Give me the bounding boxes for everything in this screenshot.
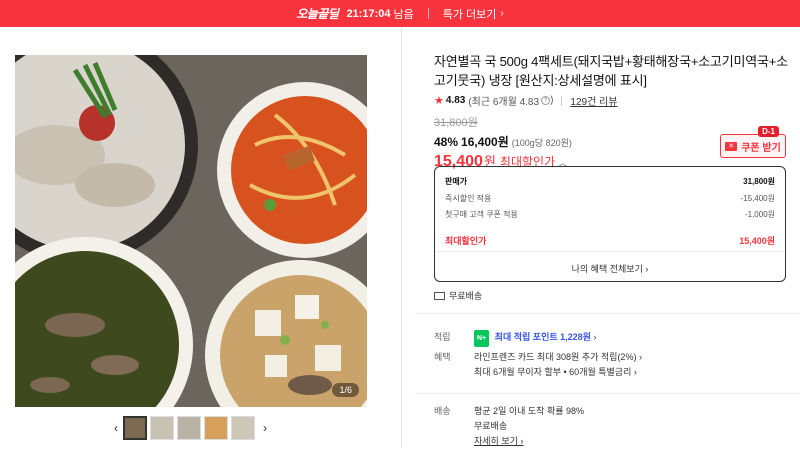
price-row: 즉시할인 적용 -15,400원 [445, 193, 775, 204]
chevron-right-icon: › [500, 8, 504, 19]
price-total-label: 최대할인가 [445, 236, 487, 246]
thumbnail[interactable] [123, 416, 147, 440]
deal-timer-suffix: 남음 [393, 8, 414, 21]
divider [415, 313, 800, 314]
product-title: 자연별곡 국 500g 4팩세트(돼지국밥+황태해장국+소고기미역국+소고기뭇국… [434, 54, 788, 88]
truck-icon [434, 291, 445, 300]
original-price: 31,800원 [434, 117, 478, 129]
benefit-item[interactable]: 최대 6개월 무이자 할부 • 60개월 특별금리 › [474, 365, 642, 380]
price-row: 첫구매 고객 쿠폰 적용 -1,000원 [445, 209, 775, 220]
my-benefits-link[interactable]: 나의 혜택 전체보기 › [435, 262, 785, 275]
deal-timer: 21:17:04 [346, 7, 391, 20]
next-image-button[interactable]: › [258, 421, 272, 435]
chevron-right-icon: › [645, 264, 649, 274]
divider [561, 95, 563, 106]
rating-row: ★ 4.83 (최근 6개월 4.83 ?) 129건 리뷰 [434, 93, 790, 108]
column-divider [401, 27, 402, 448]
my-benefits-label: 나의 혜택 전체보기 [571, 264, 643, 274]
benefit-text: 최대 6개월 무이자 할부 • 60개월 특별금리 [474, 367, 632, 377]
price-row-value: -1,000원 [744, 210, 775, 219]
product-image[interactable]: 1/6 [15, 55, 367, 407]
delivery-row: 배송 평균 2일 이내 도착 확률 98% 무료배송 자세히 보기 › [434, 404, 584, 449]
coupon-label: 쿠폰 받기 [741, 142, 781, 154]
thumbnail[interactable] [231, 416, 255, 440]
coupon-icon: ✕ [725, 141, 738, 151]
points-prefix: 최대 적립 포인트 [494, 332, 558, 342]
info-icon[interactable]: ? [541, 96, 551, 105]
benefits-label: 혜택 [434, 352, 451, 362]
delivery-fee: 무료배송 [474, 421, 508, 431]
discount-percent: 48% [434, 135, 459, 149]
price-breakdown: 판매가 31,800원 즉시할인 적용 -15,400원 첫구매 고객 쿠폰 적… [434, 166, 786, 282]
price-total-row: 최대할인가 15,400원 [445, 234, 775, 247]
more-deals-link[interactable]: 특가 더보기 › [443, 6, 504, 22]
price-total-value: 15,400원 [739, 236, 775, 246]
benefits-list: 라인프렌즈 카드 최대 308원 추가 적립(2%) › 최대 6개월 무이자 … [474, 350, 642, 380]
delivery-info: 평균 2일 이내 도착 확률 98% 무료배송 자세히 보기 › [474, 404, 584, 449]
image-counter: 1/6 [332, 383, 359, 397]
benefit-text: 라인프렌즈 카드 최대 308원 추가 적립(2%) [474, 352, 637, 362]
star-icon: ★ [434, 95, 444, 107]
deal-logo: 오늘끝딜 [296, 7, 339, 21]
unit-price: (100g당 820원) [511, 138, 572, 148]
prev-image-button[interactable]: ‹ [109, 421, 123, 435]
npay-icon: N+ [474, 330, 490, 347]
points-value[interactable]: N+ 최대 적립 포인트 1,228원 › [474, 330, 596, 347]
delivery-details-label: 자세히 보기 [474, 436, 518, 446]
delivery-label: 배송 [434, 406, 451, 416]
price-row-value: -15,400원 [740, 194, 776, 203]
shipping-summary: 무료배송 [434, 289, 482, 302]
sale-price: 16,400원 [461, 135, 509, 149]
thumbnail[interactable] [204, 416, 228, 440]
price-row-value: 31,800원 [743, 177, 775, 186]
price-row-label: 즉시할인 적용 [445, 194, 492, 203]
thumbnail-strip: ‹ › [109, 415, 272, 441]
price-row-label: 판매가 [445, 177, 468, 186]
thumbnail[interactable] [177, 416, 201, 440]
rating-score: 4.83 [445, 95, 466, 106]
deal-banner: 오늘끝딜 21:17:04 남음 특가 더보기 › [0, 0, 800, 27]
chevron-right-icon: › [593, 332, 597, 342]
rating-detail: (최근 6개월 4.83 [468, 97, 540, 108]
delivery-eta: 평균 2일 이내 도착 확률 98% [474, 406, 585, 416]
coupon-button[interactable]: D-1 ✕ 쿠폰 받기 [720, 126, 786, 158]
benefits-row: 혜택 라인프렌즈 카드 최대 308원 추가 적립(2%) › 최대 6개월 무… [434, 350, 642, 380]
divider [435, 251, 785, 252]
dday-badge: D-1 [758, 126, 779, 137]
points-label: 적립 [434, 332, 451, 342]
paren-close: ) [550, 95, 554, 106]
price-row: 판매가 31,800원 [445, 176, 775, 187]
divider [427, 8, 429, 19]
benefit-item[interactable]: 라인프렌즈 카드 최대 308원 추가 적립(2%) › [474, 350, 642, 365]
price-row-label: 첫구매 고객 쿠폰 적용 [445, 210, 518, 219]
points-amount: 1,228원 [560, 332, 591, 342]
delivery-details-link[interactable]: 자세히 보기 › [474, 434, 584, 449]
thumbnail[interactable] [150, 416, 174, 440]
divider [415, 393, 800, 394]
shipping-label: 무료배송 [449, 291, 483, 301]
food-photo [15, 55, 367, 407]
review-link[interactable]: 129건 리뷰 [570, 93, 617, 108]
points-row: 적립 N+ 최대 적립 포인트 1,228원 › [434, 330, 596, 347]
more-deals-label: 특가 더보기 [442, 8, 497, 21]
